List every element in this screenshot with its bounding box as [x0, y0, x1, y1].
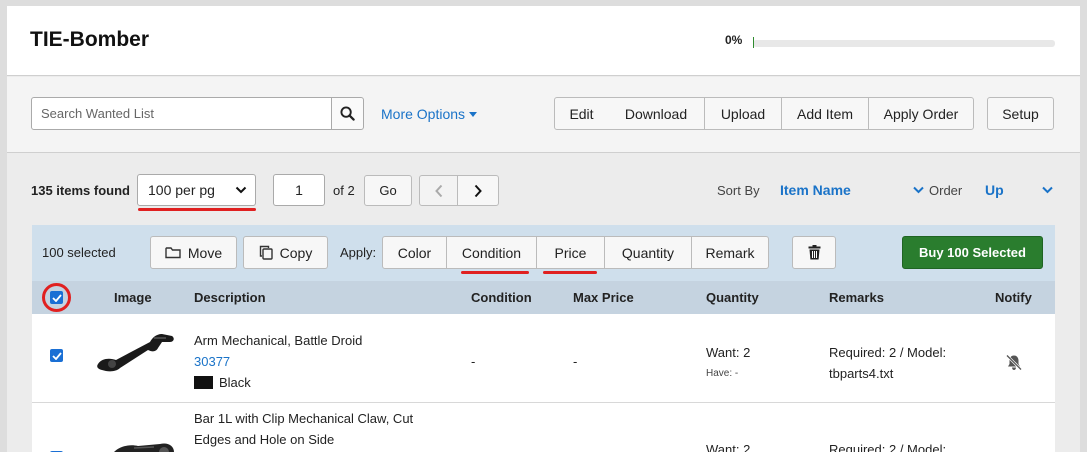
sort-by-select[interactable]: Item Name — [780, 182, 851, 198]
check-icon — [51, 351, 62, 360]
page-number-input[interactable]: 1 — [273, 174, 325, 206]
more-options-link[interactable]: More Options — [381, 106, 478, 122]
order-label: Order — [929, 183, 963, 198]
pager-row: 135 items found 100 per pg 1 of 2 Go Sor… — [7, 154, 1080, 224]
search-button[interactable] — [331, 97, 364, 130]
trash-icon — [808, 245, 820, 260]
max-price-value: - — [573, 354, 578, 369]
copy-icon — [259, 245, 273, 260]
have-quantity: Have: - — [706, 368, 739, 379]
select-all-highlight — [42, 283, 71, 312]
chevron-down-icon[interactable] — [1042, 186, 1053, 194]
remark-line-2: tbparts4.txt — [829, 366, 894, 381]
edit-button[interactable]: Edit — [554, 97, 609, 130]
item-name: Arm Mechanical, Battle Droid — [194, 333, 363, 348]
condition-highlight — [461, 271, 529, 274]
toolbar: More Options Edit Download Upload Add It… — [7, 77, 1080, 153]
order-select[interactable]: Up — [985, 182, 1004, 198]
item-name-line-1: Bar 1L with Clip Mechanical Claw, Cut — [194, 411, 414, 426]
progress-fill — [753, 37, 754, 48]
column-header-description[interactable]: Description — [194, 290, 266, 305]
add-item-button[interactable]: Add Item — [781, 97, 869, 130]
buy-selected-button[interactable]: Buy 100 Selected — [902, 236, 1043, 269]
apply-condition-button[interactable]: Condition — [446, 236, 537, 269]
move-button[interactable]: Move — [150, 236, 237, 269]
remark-line-1: Required: 2 / Model: — [829, 442, 947, 452]
chevron-down-icon — [235, 186, 247, 194]
color-swatch — [194, 376, 213, 389]
want-quantity: Want: 2 — [706, 442, 751, 452]
row-checkbox[interactable] — [50, 349, 63, 362]
chevron-right-icon — [474, 184, 482, 197]
remark-line-1: Required: 2 / Model: — [829, 345, 947, 360]
per-page-highlight — [138, 208, 256, 211]
column-header-quantity[interactable]: Quantity — [706, 290, 759, 305]
upload-button[interactable]: Upload — [704, 97, 782, 130]
wanted-list-page: TIE-Bomber 0% More Options Edit Download… — [7, 6, 1080, 452]
column-header-image: Image — [114, 290, 152, 305]
search-input[interactable] — [31, 97, 332, 130]
notify-bell-off-icon[interactable] — [1005, 354, 1023, 371]
prev-page-button[interactable] — [419, 175, 458, 206]
delete-button[interactable] — [792, 236, 836, 269]
sort-by-label: Sort By — [717, 183, 760, 198]
want-quantity: Want: 2 — [706, 345, 751, 360]
table-row: Bar 1L with Clip Mechanical Claw, Cut Ed… — [32, 404, 1055, 452]
folder-icon — [165, 247, 181, 259]
part-image-arm-mechanical[interactable] — [92, 328, 176, 374]
column-header-condition[interactable]: Condition — [471, 290, 532, 305]
per-page-select[interactable]: 100 per pg — [137, 174, 256, 206]
apply-order-button[interactable]: Apply Order — [868, 97, 974, 130]
apply-color-button[interactable]: Color — [382, 236, 447, 269]
apply-label: Apply: — [340, 245, 377, 260]
header: TIE-Bomber 0% — [7, 6, 1080, 76]
setup-button[interactable]: Setup — [987, 97, 1054, 130]
page-title: TIE-Bomber — [30, 28, 150, 51]
download-button[interactable]: Download — [608, 97, 705, 130]
progress-label: 0% — [725, 33, 743, 47]
table-header: Image Description Condition Max Price Qu… — [32, 281, 1055, 314]
apply-remark-button[interactable]: Remark — [691, 236, 769, 269]
copy-button[interactable]: Copy — [243, 236, 328, 269]
apply-price-button[interactable]: Price — [536, 236, 605, 269]
price-highlight — [543, 271, 597, 274]
selection-bar: 100 selected Move Copy Apply: Color Cond… — [32, 225, 1055, 281]
part-number-link[interactable]: 30377 — [194, 351, 230, 372]
chevron-left-icon — [434, 184, 442, 197]
item-color: Black — [194, 372, 251, 393]
selected-count: 100 selected — [42, 245, 116, 260]
condition-value: - — [471, 354, 476, 369]
items-found-count: 135 items found — [31, 183, 130, 198]
next-page-button[interactable] — [457, 175, 499, 206]
table-row: Arm Mechanical, Battle Droid 30377 Black… — [32, 314, 1055, 403]
part-image-bar-clip-claw[interactable] — [94, 438, 178, 452]
column-header-notify: Notify — [995, 290, 1032, 305]
item-name-line-2: Edges and Hole on Side — [194, 432, 335, 447]
progress-bar — [753, 37, 1055, 48]
caret-down-icon — [469, 112, 478, 117]
column-header-max-price[interactable]: Max Price — [573, 290, 634, 305]
search-box — [31, 97, 364, 130]
search-icon — [340, 106, 355, 121]
chevron-down-icon[interactable] — [913, 186, 924, 194]
go-button[interactable]: Go — [364, 175, 412, 206]
table-body: Arm Mechanical, Battle Droid 30377 Black… — [32, 314, 1055, 452]
page-total: of 2 — [333, 183, 355, 198]
apply-quantity-button[interactable]: Quantity — [604, 236, 692, 269]
column-header-remarks[interactable]: Remarks — [829, 290, 884, 305]
